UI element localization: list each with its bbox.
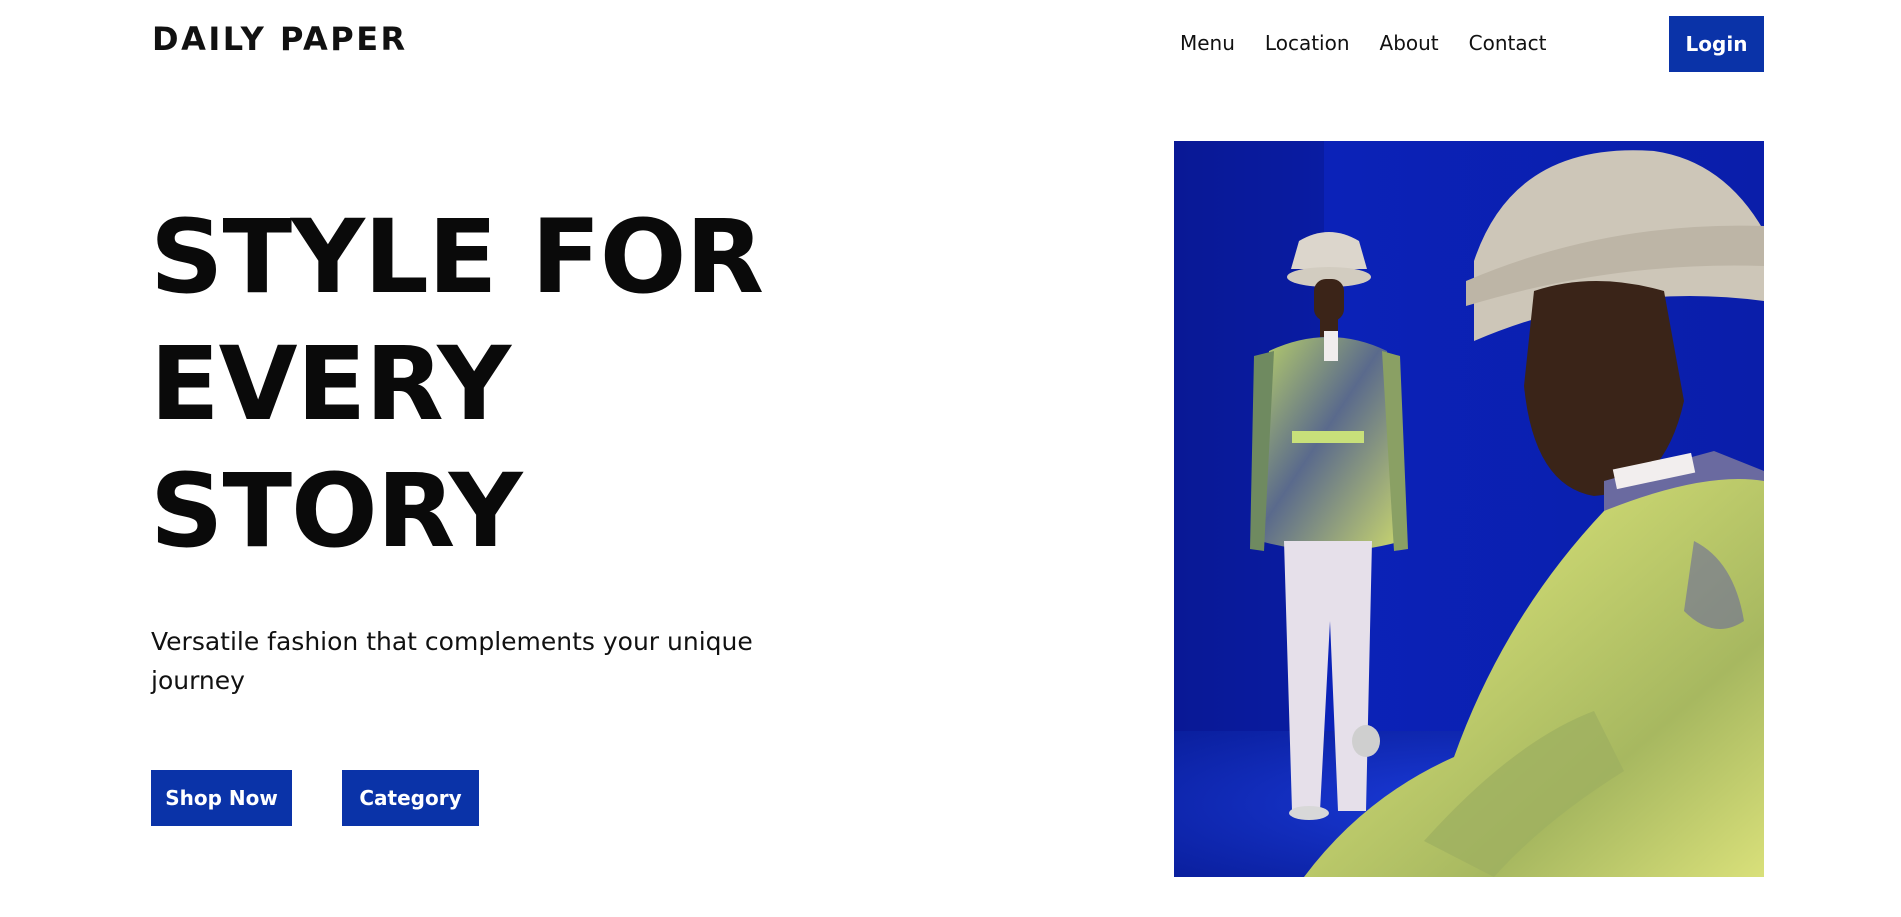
category-button[interactable]: Category <box>342 770 479 826</box>
nav-item-location[interactable]: Location <box>1265 30 1350 56</box>
nav-item-about[interactable]: About <box>1380 30 1439 56</box>
hero-title: STYLE FOR EVERY STORY <box>150 194 764 575</box>
main-nav: Menu Location About Contact <box>1180 30 1546 56</box>
hero-fashion-photo <box>1174 141 1764 877</box>
fashion-photo-illustration <box>1174 141 1764 877</box>
hero-subtitle: Versatile fashion that complements your … <box>151 627 753 695</box>
shop-now-button[interactable]: Shop Now <box>151 770 292 826</box>
landing-page: DAILY PAPER Menu Location About Contact … <box>0 0 1901 917</box>
hero-title-line: STYLE FOR <box>150 198 764 317</box>
nav-item-menu[interactable]: Menu <box>1180 30 1235 56</box>
login-button[interactable]: Login <box>1669 16 1764 72</box>
hero-title-line: STORY <box>150 452 523 571</box>
brand-logo[interactable]: DAILY PAPER <box>152 20 408 58</box>
nav-item-contact[interactable]: Contact <box>1469 30 1547 56</box>
hero-title-line: EVERY <box>150 325 511 444</box>
